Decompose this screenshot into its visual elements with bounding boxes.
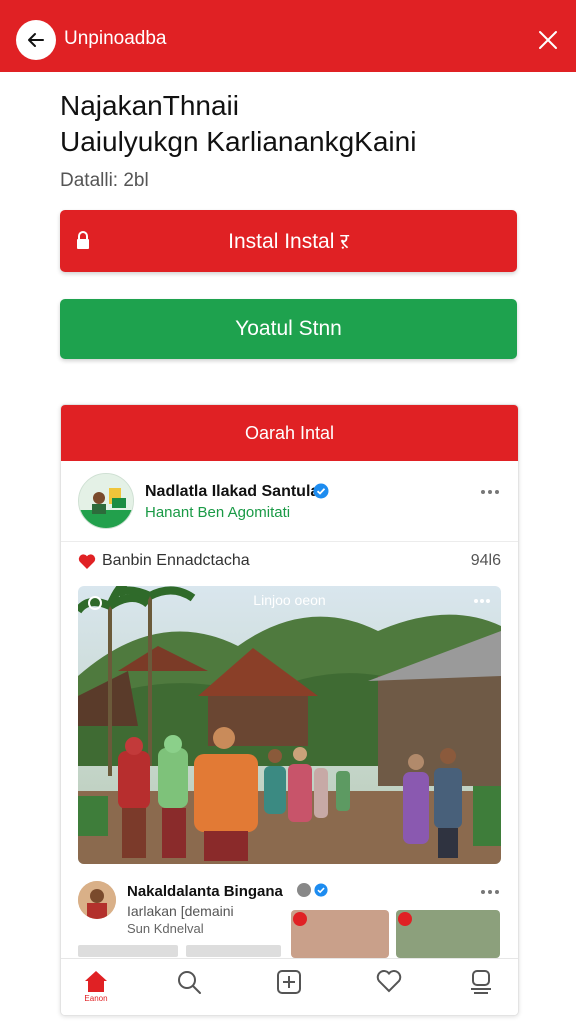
top-bar: Unpinoadba bbox=[0, 0, 576, 72]
back-button[interactable] bbox=[16, 20, 56, 60]
card-header-label: Oarah Intal bbox=[244, 422, 335, 443]
heart-outline-icon bbox=[376, 970, 402, 993]
avatar[interactable] bbox=[78, 473, 134, 529]
install-button[interactable]: Instal Instal ऱ bbox=[60, 210, 517, 272]
avatar-image bbox=[79, 474, 133, 528]
photo-more-icon[interactable] bbox=[473, 598, 491, 604]
page-title-line-1: NajakanThnaii bbox=[60, 90, 239, 121]
app-title: Unpinoadba bbox=[64, 28, 167, 49]
page-title-line-2: Uaiulyukgn KarlianankgKaini bbox=[60, 126, 417, 157]
post-author-subtitle: Hanant Ben Agomitati bbox=[145, 504, 291, 521]
bottom-navigation: Eanon bbox=[61, 958, 518, 1015]
preview-strip bbox=[186, 945, 281, 957]
green-action-button-label: Yoatul Stnn bbox=[235, 317, 342, 340]
second-post-line-2: Sun Kdnelval bbox=[127, 921, 204, 936]
thumbnail-badge-icon bbox=[398, 912, 412, 926]
nav-home-label: Eanon bbox=[84, 994, 108, 1003]
status-badge-icon bbox=[297, 883, 311, 897]
preview-strip bbox=[78, 945, 178, 957]
thumbnail[interactable] bbox=[396, 910, 500, 958]
more-options-icon-secondary[interactable] bbox=[480, 889, 500, 895]
feed-card: Oarah Intal Nadlatla Ilakad Santula Hana… bbox=[60, 404, 519, 1016]
nav-search[interactable] bbox=[174, 969, 204, 1005]
village-photo-image bbox=[78, 586, 501, 864]
photo-indicator-icon bbox=[88, 596, 102, 610]
card-header[interactable]: Oarah Intal bbox=[61, 405, 518, 461]
page-title: NajakanThnaii Uaiulyukgn KarlianankgKain… bbox=[60, 88, 540, 160]
nav-add[interactable] bbox=[274, 969, 304, 1005]
nav-home[interactable]: Eanon bbox=[81, 969, 111, 1005]
second-post-author-name[interactable]: Nakaldalanta Bingana bbox=[127, 883, 283, 900]
arrow-left-icon bbox=[28, 33, 44, 47]
add-icon bbox=[277, 970, 301, 994]
verified-icon bbox=[313, 483, 329, 499]
likes-text: Banbin Ennadctacha bbox=[102, 552, 250, 569]
photo-caption: Linjoo oeon bbox=[253, 592, 326, 608]
thumbnail[interactable] bbox=[291, 910, 389, 958]
avatar-secondary-image bbox=[78, 881, 116, 919]
thumbnail-badge-icon bbox=[293, 912, 307, 926]
post-photo[interactable]: Linjoo oeon bbox=[78, 586, 501, 864]
lock-icon bbox=[77, 231, 89, 249]
green-action-button[interactable]: Yoatul Stnn bbox=[60, 299, 517, 359]
close-icon[interactable] bbox=[536, 28, 560, 52]
avatar-secondary[interactable] bbox=[78, 881, 116, 919]
post-author-name[interactable]: Nadlatla Ilakad Santula bbox=[145, 483, 319, 501]
more-options-icon[interactable] bbox=[480, 489, 500, 495]
install-button-label: Instal Instal ऱ bbox=[228, 230, 349, 253]
likes-count: 94l6 bbox=[470, 552, 501, 569]
profile-icon bbox=[471, 970, 491, 994]
second-post-line-1: Iarlakan [demaini bbox=[127, 903, 234, 919]
divider bbox=[61, 541, 518, 542]
home-icon bbox=[85, 971, 107, 992]
nav-profile[interactable] bbox=[466, 969, 496, 1005]
page-subtitle: Datalli: 2bl bbox=[60, 170, 149, 191]
search-icon bbox=[178, 971, 201, 994]
nav-favorites[interactable] bbox=[374, 969, 404, 1005]
verified-icon-secondary bbox=[314, 883, 328, 897]
heart-icon[interactable] bbox=[78, 553, 96, 570]
